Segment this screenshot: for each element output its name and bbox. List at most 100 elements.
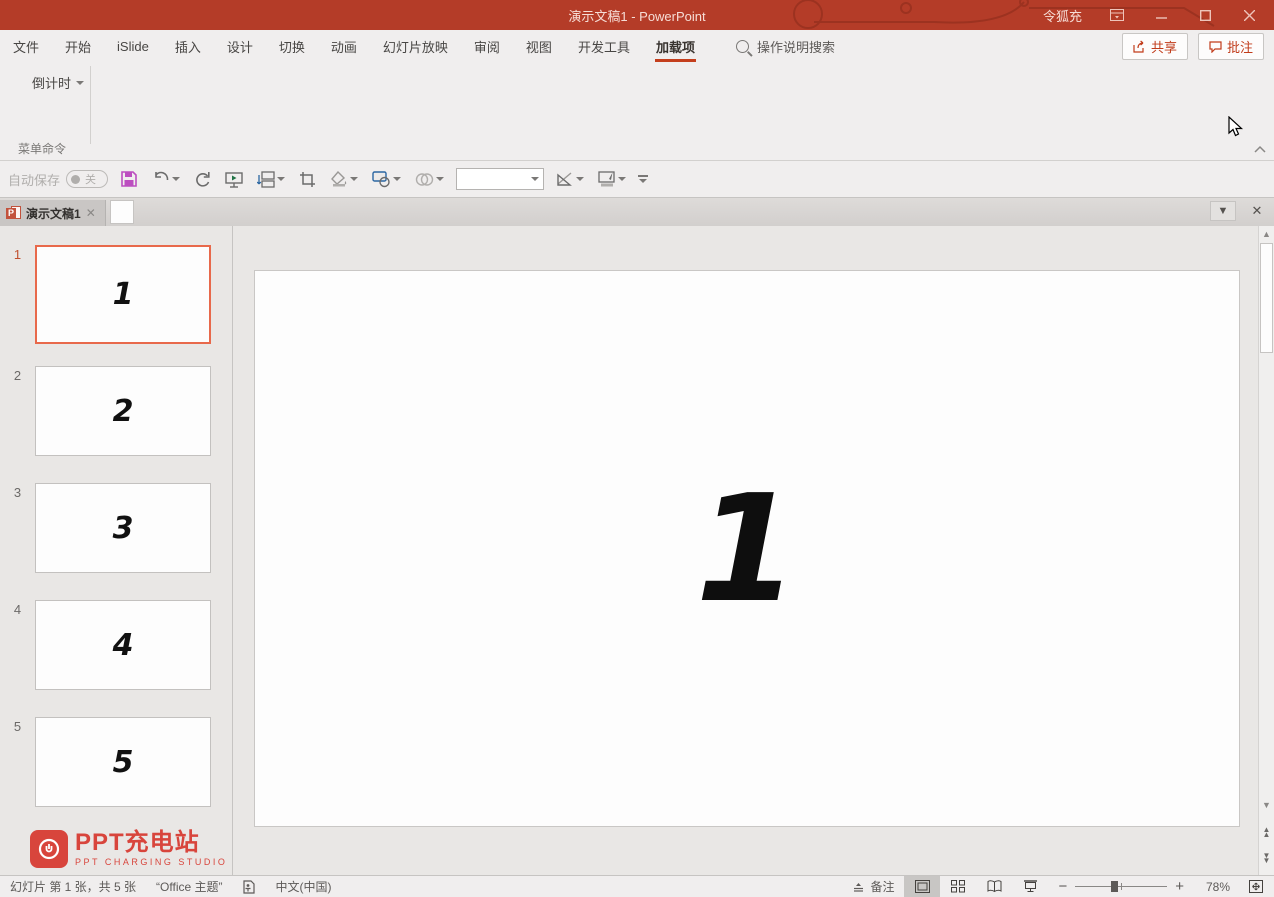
ribbon-tab-2[interactable]: iSlide <box>104 30 162 62</box>
ribbon-tab-4[interactable]: 设计 <box>214 30 266 62</box>
slide-sorter-view-button[interactable] <box>940 876 976 897</box>
ribbon-tab-6[interactable]: 动画 <box>318 30 370 62</box>
slide-number-label: 4 <box>0 600 35 690</box>
redo-button[interactable] <box>192 169 213 190</box>
slide-thumbnail-2[interactable]: 2 2 <box>0 366 211 456</box>
shape-outline-button[interactable] <box>554 169 586 189</box>
shape-outline-icon <box>556 171 574 187</box>
ribbon-tab-8[interactable]: 审阅 <box>461 30 513 62</box>
zoom-in-button[interactable]: + <box>1175 876 1194 897</box>
crop-button[interactable] <box>297 169 318 190</box>
slide-thumbnails-panel: 1 1 2 2 3 3 4 4 5 5 PPT充电站 <box>0 226 233 875</box>
autosave-toggle[interactable]: 自动保存 关 <box>8 170 108 189</box>
ribbon-tab-7[interactable]: 幻灯片放映 <box>370 30 461 62</box>
ppt-charging-station-icon <box>30 830 68 868</box>
ribbon-tab-5[interactable]: 切换 <box>266 30 318 62</box>
normal-view-icon <box>915 880 930 893</box>
close-button[interactable] <box>1230 0 1268 30</box>
ribbon-tab-9[interactable]: 视图 <box>513 30 565 62</box>
slide-counter[interactable]: 幻灯片 第 1 张，共 5 张 <box>0 876 146 897</box>
countdown-dropdown-button[interactable]: 倒计时 <box>28 70 88 95</box>
scroll-down-icon[interactable]: ▼ <box>1259 797 1274 813</box>
ink-pen-button[interactable] <box>596 169 628 189</box>
previous-slide-button[interactable]: ▲▲ <box>1259 821 1274 843</box>
scrollbar-thumb[interactable] <box>1260 243 1273 353</box>
tab-list-dropdown-button[interactable]: ▼ <box>1210 201 1236 221</box>
close-all-tabs-button[interactable]: ✕ <box>1244 201 1270 221</box>
close-document-tab-icon[interactable]: ✕ <box>86 206 96 220</box>
start-slideshow-button[interactable] <box>223 169 245 190</box>
collapse-ribbon-button[interactable] <box>1254 144 1266 156</box>
maximize-button[interactable] <box>1186 0 1224 30</box>
document-tab-label: 演示文稿1 <box>26 205 81 222</box>
zoom-level[interactable]: 78% <box>1194 880 1238 894</box>
tell-me-search[interactable]: 操作说明搜索 <box>736 30 835 62</box>
ribbon-tab-11[interactable]: 加载项 <box>643 30 708 62</box>
zoom-slider[interactable] <box>1075 886 1167 887</box>
save-button[interactable] <box>118 168 140 190</box>
group-separator <box>90 66 91 144</box>
slide-thumbnail-3[interactable]: 3 3 <box>0 483 211 573</box>
merge-shapes-button[interactable] <box>413 170 446 189</box>
logo-subtitle: PPT CHARGING STUDIO <box>75 857 227 867</box>
slide-thumbnail-preview[interactable]: 3 <box>35 483 211 573</box>
minimize-button[interactable] <box>1142 0 1180 30</box>
next-slide-button[interactable]: ▼▼ <box>1259 847 1274 869</box>
share-button[interactable]: 共享 <box>1122 33 1188 60</box>
zoom-out-button[interactable]: − <box>1048 876 1067 897</box>
zoom-slider-thumb[interactable] <box>1111 881 1118 892</box>
language-indicator[interactable]: 中文(中国) <box>265 876 341 897</box>
customize-qat-button[interactable] <box>638 175 648 183</box>
fill-color-button[interactable] <box>328 169 360 189</box>
logo-title: PPT充电站 <box>75 831 227 855</box>
fit-slide-to-window-button[interactable] <box>1238 876 1274 897</box>
chevron-down-icon[interactable] <box>576 177 584 181</box>
chevron-down-icon[interactable] <box>531 177 539 181</box>
slide-thumbnail-1[interactable]: 1 1 <box>0 245 211 344</box>
slide-thumbnail-preview[interactable]: 5 <box>35 717 211 807</box>
new-tab-button[interactable] <box>110 200 134 224</box>
slide-thumbnail-preview[interactable]: 4 <box>35 600 211 690</box>
undo-button[interactable] <box>150 169 182 189</box>
shapes-button[interactable] <box>370 169 403 190</box>
accessibility-checker-button[interactable] <box>232 876 265 897</box>
font-size-combobox[interactable] <box>456 168 544 190</box>
slide-number-label: 2 <box>0 366 35 456</box>
merge-shapes-icon <box>415 172 434 187</box>
quick-access-toolbar: 自动保存 关 <box>0 161 1274 198</box>
ribbon-tab-0[interactable]: 文件 <box>0 30 52 62</box>
chevron-down-icon <box>76 81 84 85</box>
slideshow-view-button[interactable] <box>1012 876 1048 897</box>
reading-view-button[interactable] <box>976 876 1012 897</box>
chevron-down-icon[interactable] <box>172 177 180 181</box>
chevron-down-icon[interactable] <box>393 177 401 181</box>
chevron-down-icon[interactable] <box>350 177 358 181</box>
slide-thumbnail-preview[interactable]: 2 <box>35 366 211 456</box>
slide-sorter-icon <box>951 880 965 893</box>
slide-number-text[interactable]: 1 <box>696 463 799 635</box>
scroll-up-icon[interactable]: ▲ <box>1259 226 1274 242</box>
document-tab[interactable]: P 演示文稿1 ✕ <box>0 200 106 226</box>
slide-canvas[interactable]: 1 <box>254 270 1240 827</box>
slide-thumbnail-4[interactable]: 4 4 <box>0 600 211 690</box>
slideshow-icon <box>1023 880 1038 893</box>
slide-editor-area[interactable]: 1 <box>234 226 1258 875</box>
chevron-down-icon[interactable] <box>277 177 285 181</box>
ribbon-display-options-button[interactable] <box>1098 0 1136 30</box>
autosave-switch[interactable]: 关 <box>66 170 108 188</box>
redo-icon <box>194 171 211 188</box>
slide-thumbnail-preview[interactable]: 1 <box>35 245 211 344</box>
ribbon-tab-10[interactable]: 开发工具 <box>565 30 643 62</box>
comments-button[interactable]: 批注 <box>1198 33 1264 60</box>
chevron-down-icon[interactable] <box>618 177 626 181</box>
theme-name[interactable]: “Office 主题” <box>146 876 232 897</box>
main-area: 1 1 2 2 3 3 4 4 5 5 PPT充电站 <box>0 226 1274 875</box>
slide-thumbnail-5[interactable]: 5 5 <box>0 717 211 807</box>
normal-view-button[interactable] <box>904 876 940 897</box>
notes-button[interactable]: 备注 <box>843 876 904 897</box>
ribbon-tab-3[interactable]: 插入 <box>162 30 214 62</box>
arrange-button[interactable] <box>255 169 287 190</box>
ribbon-tab-1[interactable]: 开始 <box>52 30 104 62</box>
user-name[interactable]: 令狐充 <box>1043 6 1082 25</box>
vertical-scrollbar[interactable]: ▲ ▼ ▲▲ ▼▼ <box>1258 226 1274 875</box>
